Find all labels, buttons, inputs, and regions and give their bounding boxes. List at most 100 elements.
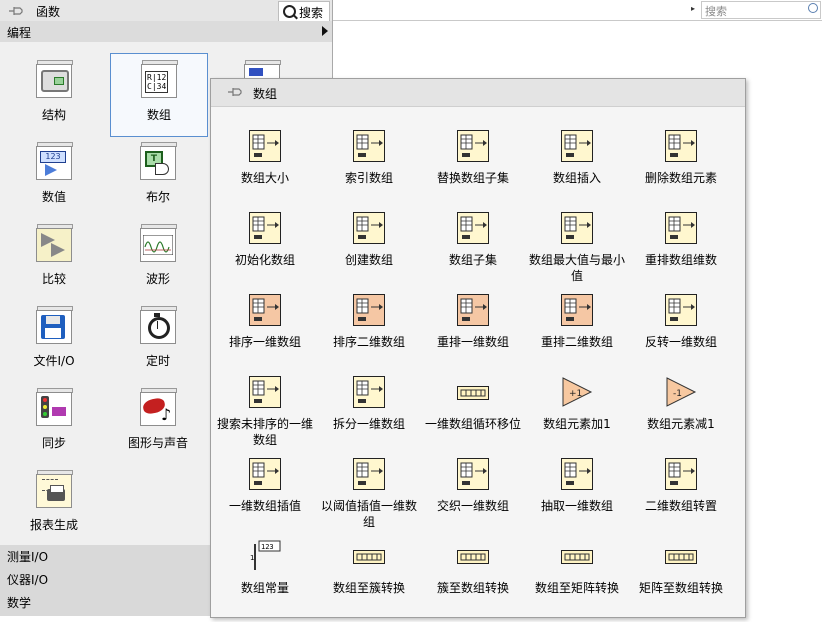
reverse-1d-array-icon [665,294,697,326]
svg-text:+1: +1 [569,389,582,399]
subpalette-item-decrement-array-element[interactable]: -1 数组元素减1 [629,376,733,458]
search-unsorted-1d-array-icon [249,376,281,408]
palette-item-label: 比较 [41,272,66,286]
subpalette-item-label: 索引数组 [344,171,393,185]
subpalette-item-label: 排序一维数组 [228,335,301,349]
increment-array-element-icon: +1 [561,376,593,408]
subpalette-item-label: 反转一维数组 [644,335,717,349]
subpalette-item-array-constant[interactable]: 123 1 数组常量 [213,540,317,622]
category-programming[interactable]: 编程 [0,21,332,42]
palette-item-label: 定时 [145,354,170,368]
subpalette-item-interleave-1d-arrays[interactable]: 交织一维数组 [421,458,525,540]
subpalette-item-reshape-array[interactable]: 重排数组维数 [629,212,733,294]
subpalette-item-label: 一维数组插值 [228,499,301,513]
initialize-array-icon [249,212,281,244]
palette-item-synchronization[interactable]: 同步 [6,382,102,464]
palette-item-boolean[interactable]: T 布尔 [110,136,206,218]
subpalette-item-sort-1d-array[interactable]: 排序一维数组 [213,294,317,376]
subpalette-item-cluster-to-array[interactable]: 簇至数组转换 [421,540,525,622]
subpalette-item-delete-from-array[interactable]: 删除数组元素 [629,130,733,212]
subpalette-item-label: 数组大小 [240,171,289,185]
numeric-icon: 123 [36,142,73,180]
subpalette-item-label: 重排一维数组 [436,335,509,349]
pin-icon[interactable] [8,5,24,17]
subpalette-item-threshold-1d-array[interactable]: 以阈值插值一维数组 [317,458,421,540]
subpalette-item-label: 拆分一维数组 [332,417,405,431]
palette-item-report-generation[interactable]: 报表生成 [6,464,102,546]
subpalette-item-array-subset[interactable]: 数组子集 [421,212,525,294]
subpalette-item-build-array[interactable]: 创建数组 [317,212,421,294]
subpalette-item-decimate-1d-array[interactable]: 抽取一维数组 [525,458,629,540]
category-label: 测量I/O [7,550,49,564]
subpalette-item-label: 重排二维数组 [540,335,613,349]
palette-item-file-io[interactable]: 文件I/O [6,300,102,382]
subpalette-item-label: 抽取一维数组 [540,499,613,513]
subpalette-item-interpolate-1d-array[interactable]: 一维数组插值 [213,458,317,540]
array-icon: R|12 C|34 [141,60,178,98]
subpalette-item-initialize-array[interactable]: 初始化数组 [213,212,317,294]
palette-item-label: 数值 [41,190,66,204]
subpalette-item-insert-into-array[interactable]: 数组插入 [525,130,629,212]
subpalette-item-shuffle-1d-array[interactable]: 重排一维数组 [421,294,525,376]
palette-item-label: 报表生成 [29,518,78,532]
palette-search-button[interactable]: 搜索 [278,1,330,22]
subpalette-item-index-array[interactable]: 索引数组 [317,130,421,212]
palette-item-structures[interactable]: 结构 [6,54,102,136]
subpalette-item-split-1d-array[interactable]: 拆分一维数组 [317,376,421,458]
array-size-icon [249,130,281,162]
matrix-to-array-icon [665,550,697,564]
subpalette-item-array-max-min[interactable]: 数组最大值与最小值 [525,212,629,294]
palette-item-array[interactable]: R|12 C|34 数组 [110,53,208,137]
subpalette-item-replace-array-subset[interactable]: 替换数组子集 [421,130,525,212]
decimate-1d-array-icon [561,458,593,490]
subpalette-item-array-size[interactable]: 数组大小 [213,130,317,212]
palette-item-comparison[interactable]: 比较 [6,218,102,300]
subpalette-item-label: 替换数组子集 [436,171,509,185]
graphics-sound-icon: ♪ [140,388,177,426]
subpalette-item-matrix-to-array[interactable]: 矩阵至数组转换 [629,540,733,622]
palette-item-graphics-sound[interactable]: ♪ 图形与声音 [110,382,206,464]
array-subset-icon [457,212,489,244]
interpolate-1d-array-icon [249,458,281,490]
palette-item-waveform[interactable]: 波形 [110,218,206,300]
subpalette-item-array-to-matrix[interactable]: 数组至矩阵转换 [525,540,629,622]
palette-item-label: 图形与声音 [127,436,188,450]
file-io-icon [36,306,73,344]
palette-title-bar: 函数 搜索 [0,0,332,22]
waveform-icon [140,224,177,262]
palette-item-timing[interactable]: 定时 [110,300,206,382]
palette-item-label: 文件I/O [33,354,75,368]
background-search-input[interactable]: 搜索 [701,1,821,19]
category-label: 数学 [7,596,32,610]
subpalette-item-shuffle-2d-array[interactable]: 重排二维数组 [525,294,629,376]
decrement-array-element-icon: -1 [665,376,697,408]
replace-array-subset-icon [457,130,489,162]
subpalette-item-sort-2d-array[interactable]: 排序二维数组 [317,294,421,376]
array-max-min-icon [561,212,593,244]
comparison-icon [36,224,73,262]
subpalette-item-rotate-1d-array[interactable]: 一维数组循环移位 [421,376,525,458]
subpalette-item-array-to-cluster[interactable]: 数组至簇转换 [317,540,421,622]
palette-item-numeric[interactable]: 123 数值 [6,136,102,218]
sort-1d-array-icon [249,294,281,326]
rotate-1d-array-icon [457,386,489,400]
subpalette-item-label: 重排数组维数 [644,253,717,267]
subpalette-item-label: 一维数组循环移位 [424,417,521,431]
array-constant-icon: 123 1 [249,540,281,572]
subpalette-item-label: 删除数组元素 [644,171,717,185]
category-label: 仪器I/O [7,573,49,587]
expand-arrow-icon [322,26,328,36]
subpalette-item-reverse-1d-array[interactable]: 反转一维数组 [629,294,733,376]
shuffle-1d-array-icon [457,294,489,326]
svg-text:1: 1 [250,554,254,562]
pin-icon[interactable] [227,86,243,98]
subpalette-item-search-unsorted-1d-array[interactable]: 搜索未排序的一维数组 [213,376,317,458]
background-search-placeholder: 搜索 [705,5,727,18]
palette-item-label: 波形 [145,272,170,286]
subpalette-item-transpose-2d-array[interactable]: 二维数组转置 [629,458,733,540]
small-right-arrow-icon[interactable]: ▸ [691,4,695,13]
subpalette-item-label: 数组元素加1 [543,417,611,431]
reshape-array-icon [665,212,697,244]
subpalette-item-increment-array-element[interactable]: +1 数组元素加1 [525,376,629,458]
palette-item-label: 布尔 [145,190,170,204]
